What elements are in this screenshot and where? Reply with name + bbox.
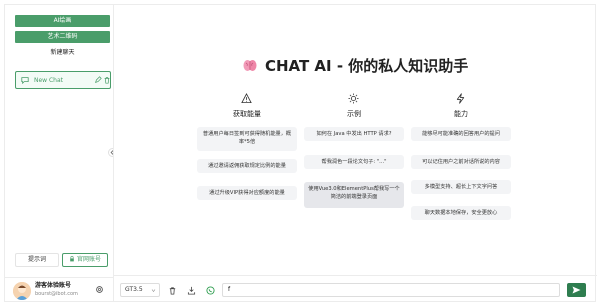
page-title-text: CHAT AI - 你的私人知识助手 [264,57,469,75]
ai-paint-button[interactable]: AI绘画 [15,15,110,27]
app-window: AI绘画 艺术二维码 新建聊天 New Chat 提示词 官网账号 游客体验账号… [0,0,600,306]
capability-card: 可以记住用户之前对话所说的内容 [411,155,511,169]
model-select[interactable]: GT3.5 [120,283,160,297]
chevron-down-icon [151,289,156,292]
main-panel: CHAT AI - 你的私人知识助手 获取能量 普通用户每日签到可获得随机能量，… [113,4,597,303]
suggestion-card[interactable]: 普通用户每日签到可获得随机能量，概率*5倍 [197,127,297,151]
download-icon[interactable] [187,286,196,295]
column-title: 示例 [347,110,361,118]
warning-icon [241,93,252,104]
suggestion-card[interactable]: 如何在 Java 中发出 HTTP 请求? [304,127,404,141]
sidebar: AI绘画 艺术二维码 新建聊天 New Chat 提示词 官网账号 游客体验账号… [4,4,114,303]
capability-card: 聊天数据本地保存，安全更放心 [411,206,511,220]
lightning-icon [456,93,465,104]
tab-prompts-label: 提示词 [27,256,46,263]
model-select-value: GT3.5 [125,286,143,293]
edit-icon[interactable] [94,76,102,84]
delete-icon[interactable] [103,76,111,84]
send-icon [572,286,581,294]
user-email: bourst@ibot.com [35,291,78,297]
chat-title: New Chat [34,77,64,84]
send-button[interactable] [567,283,586,297]
avatar-illustration-icon [13,282,31,300]
tab-prompts[interactable]: 提示词 [15,253,59,267]
chat-bubble-icon [21,77,29,84]
capability-card: 多模型支持、超长上下文字问答 [411,180,511,194]
suggestion-card[interactable]: 通过邀请返佣获取规定比例的能量 [197,159,297,173]
new-chat-button[interactable]: 新建聊天 [15,47,110,59]
user-name: 游客体验账号 [35,282,72,289]
avatar[interactable] [13,282,31,300]
user-panel: 游客体验账号 bourst@ibot.com [5,277,114,303]
chat-list-item[interactable]: New Chat [15,71,111,89]
message-input[interactable]: f [222,283,560,297]
composer-bar: GT3.5 f [114,275,597,303]
column-title: 获取能量 [233,110,261,118]
capability-card: 能够尽可能准确的回答用户的提问 [411,127,511,141]
tab-official-account[interactable]: 官网账号 [62,253,108,267]
column-title: 能力 [454,110,468,118]
suggestion-card[interactable]: 帮我润色一段论文句子: "..." [304,155,404,169]
brain-icon [243,60,257,71]
sun-icon [348,93,359,104]
suggestion-card[interactable]: 使用Vue3.0和ElementPlus帮我写一个简洁的前端登录页面 [304,182,404,208]
art-qrcode-button[interactable]: 艺术二维码 [15,31,110,43]
gear-icon[interactable] [95,285,104,294]
tab-official-account-label: 官网账号 [76,256,101,263]
whatsapp-icon[interactable] [206,286,215,295]
page-title: CHAT AI - 你的私人知识助手 [114,55,597,76]
trash-icon[interactable] [168,286,177,295]
lock-icon [70,256,74,262]
suggestion-card[interactable]: 通过升级VIP获得对应额度的能量 [197,186,297,200]
